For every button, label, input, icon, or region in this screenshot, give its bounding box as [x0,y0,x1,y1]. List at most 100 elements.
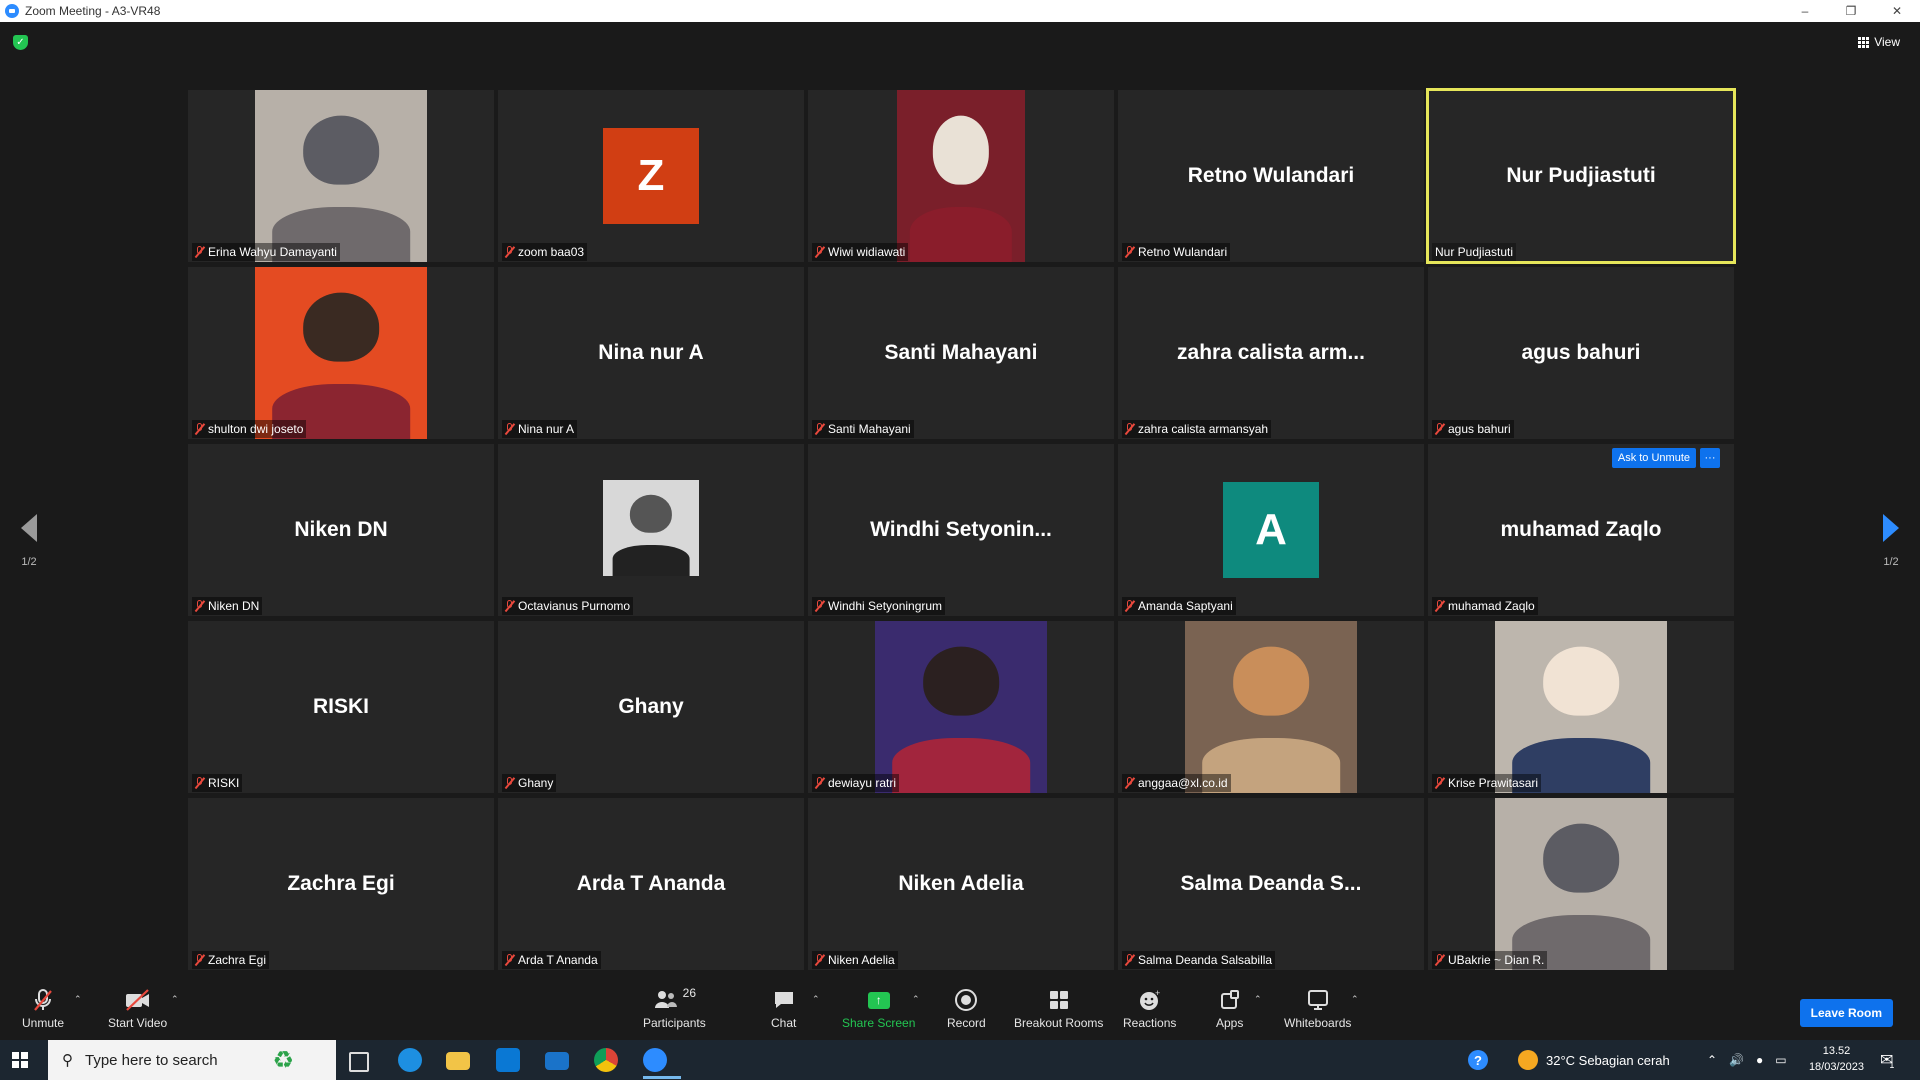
participant-tile[interactable]: agus bahuri agus bahuri [1428,267,1734,439]
participant-tile[interactable]: Santi Mahayani Santi Mahayani [808,267,1114,439]
security-shield-icon[interactable]: ✓ [13,35,28,50]
participant-name-label: agus bahuri [1432,420,1514,438]
mail-icon[interactable] [545,1052,569,1070]
zoom-app-icon[interactable] [643,1048,667,1072]
participant-tile[interactable]: Nina nur A Nina nur A [498,267,804,439]
participant-tile[interactable]: RISKI RISKI [188,621,494,793]
previous-page-button[interactable]: 1/2 [9,514,49,568]
volume-icon[interactable]: 🔊 [1729,1053,1744,1067]
whiteboards-label: Whiteboards [1284,1016,1352,1030]
participant-tile[interactable]: Ghany Ghany [498,621,804,793]
minimize-button[interactable]: – [1782,0,1828,22]
participant-tile[interactable]: A Amanda Saptyani [1118,444,1424,616]
participant-tile[interactable]: Zzoom baa03 [498,90,804,262]
participant-tile[interactable]: muhamad Zaqlo Ask to Unmute ··· muhamad Zaq… [1428,444,1734,616]
participant-display-name: Santi Mahayani [884,341,1038,364]
audio-options-chevron-icon[interactable]: ⌃ [74,994,82,1005]
microphone-muted-icon [1125,423,1135,435]
weather-widget[interactable]: 32°C Sebagian cerah [1518,1040,1670,1080]
record-button[interactable]: Record [947,988,986,1030]
whiteboards-button[interactable]: Whiteboards [1284,988,1351,1030]
close-button[interactable]: ✕ [1874,0,1920,22]
microphone-muted-icon [195,777,205,789]
participant-tile[interactable]: Niken DN Niken DN [188,444,494,616]
help-icon[interactable]: ? [1468,1040,1488,1080]
task-view-icon[interactable] [349,1052,369,1072]
participant-display-name: agus bahuri [1521,341,1641,364]
participant-tile[interactable]: Octavianus Purnomo [498,444,804,616]
share-screen-button[interactable]: ↑ Share Screen [842,988,915,1030]
participant-name-label: Krise Prawitasari [1432,774,1542,792]
participant-tile[interactable]: dewiayu ratri [808,621,1114,793]
taskbar-clock[interactable]: 13.52 18/03/2023 [1809,1043,1864,1075]
breakout-rooms-button[interactable]: Breakout Rooms [1014,988,1103,1030]
microphone-muted-icon [505,246,515,258]
video-person-head [932,115,990,185]
participant-display-name: Ghany [618,695,684,718]
reactions-button[interactable]: + Reactions [1123,988,1176,1030]
taskbar-search-box[interactable]: ⚲ Type here to search ♻ [48,1040,336,1080]
chat-button[interactable]: Chat [771,988,796,1030]
share-options-chevron-icon[interactable]: ⌃ [912,994,920,1005]
whiteboard-options-chevron-icon[interactable]: ⌃ [1351,994,1359,1005]
apps-options-chevron-icon[interactable]: ⌃ [1254,994,1262,1005]
participant-tile[interactable]: Windhi Setyonin... Windhi Setyoningrum [808,444,1114,616]
store-icon[interactable] [496,1048,520,1072]
participant-tile[interactable]: zahra calista arm... zahra calista armans… [1118,267,1424,439]
leave-room-button[interactable]: Leave Room [1799,999,1893,1027]
more-options-button[interactable]: ··· [1700,448,1720,468]
participant-name-label: muhamad Zaqlo [1432,597,1538,615]
participant-tile[interactable]: Zachra Egi Zachra Egi [188,798,494,970]
ask-to-unmute-button[interactable]: Ask to Unmute [1611,448,1696,468]
participant-display-name: Nina nur A [598,341,704,364]
participant-tile[interactable]: UBakrie ~ Dian R. [1428,798,1734,970]
tray-chevron-icon[interactable]: ⌃ [1707,1053,1717,1067]
chrome-browser-icon[interactable] [594,1048,618,1072]
participant-name: zahra calista armansyah [1138,422,1269,436]
apps-button[interactable]: Apps [1216,988,1243,1030]
participant-tile[interactable]: Nur Pudjiastuti Nur Pudjiastuti [1426,88,1736,264]
view-button[interactable]: View [1852,32,1906,52]
participant-tile[interactable]: Arda T Ananda Arda T Ananda [498,798,804,970]
participant-tile[interactable]: Retno Wulandari Retno Wulandari [1118,90,1424,262]
unmute-button[interactable]: Unmute [22,988,64,1030]
system-tray: ⌃ 🔊 ● ▭ [1707,1040,1787,1080]
microphone-muted-icon [1125,954,1135,966]
view-label: View [1874,35,1900,49]
participant-tile[interactable]: anggaa@xl.co.id [1118,621,1424,793]
participant-tile[interactable]: Erina Wahyu Damayanti [188,90,494,262]
microphone-tray-icon[interactable]: ● [1756,1053,1763,1067]
participant-tile[interactable]: Krise Prawitasari [1428,621,1734,793]
participant-tile[interactable]: Salma Deanda S... Salma Deanda Salsabilla [1118,798,1424,970]
restore-button[interactable]: ❐ [1828,0,1874,22]
notification-center-icon[interactable]: ✉ 1 [1880,1040,1894,1080]
edge-browser-icon[interactable] [398,1048,422,1072]
next-page-button[interactable]: 1/2 [1871,514,1911,568]
participant-name-label: Windhi Setyoningrum [812,597,946,615]
participant-tile[interactable]: shulton dwi joseto [188,267,494,439]
video-person-head [923,646,999,716]
chat-options-chevron-icon[interactable]: ⌃ [812,994,820,1005]
windows-start-icon[interactable] [12,1052,28,1068]
microphone-muted-icon [505,600,515,612]
participant-name: Erina Wahyu Damayanti [208,245,337,259]
participant-tile[interactable]: Niken Adelia Niken Adelia [808,798,1114,970]
participants-button[interactable]: 26 Participants [643,986,706,1030]
participant-tile[interactable]: Wiwi widiawati [808,90,1114,262]
participant-name: Nina nur A [518,422,575,436]
gallery-view-grid: Erina Wahyu Damayanti Zzoom baa03 Wiwi wid… [188,88,1738,970]
network-icon[interactable]: ▭ [1775,1053,1786,1067]
video-options-chevron-icon[interactable]: ⌃ [171,994,179,1005]
participant-name-label: Nur Pudjiastuti [1432,243,1517,261]
participant-display-name: Niken Adelia [898,872,1024,895]
file-explorer-icon[interactable] [446,1052,470,1070]
weather-sun-icon [1518,1050,1538,1070]
start-video-button[interactable]: Start Video [108,988,167,1030]
participant-video [255,267,427,439]
arrow-right-icon [1883,514,1899,542]
participant-name: dewiayu ratri [828,776,897,790]
notification-count: 1 [1889,1060,1895,1070]
microphone-muted-icon [195,423,205,435]
microphone-muted-icon [505,777,515,789]
participant-name-label: Retno Wulandari [1122,243,1231,261]
